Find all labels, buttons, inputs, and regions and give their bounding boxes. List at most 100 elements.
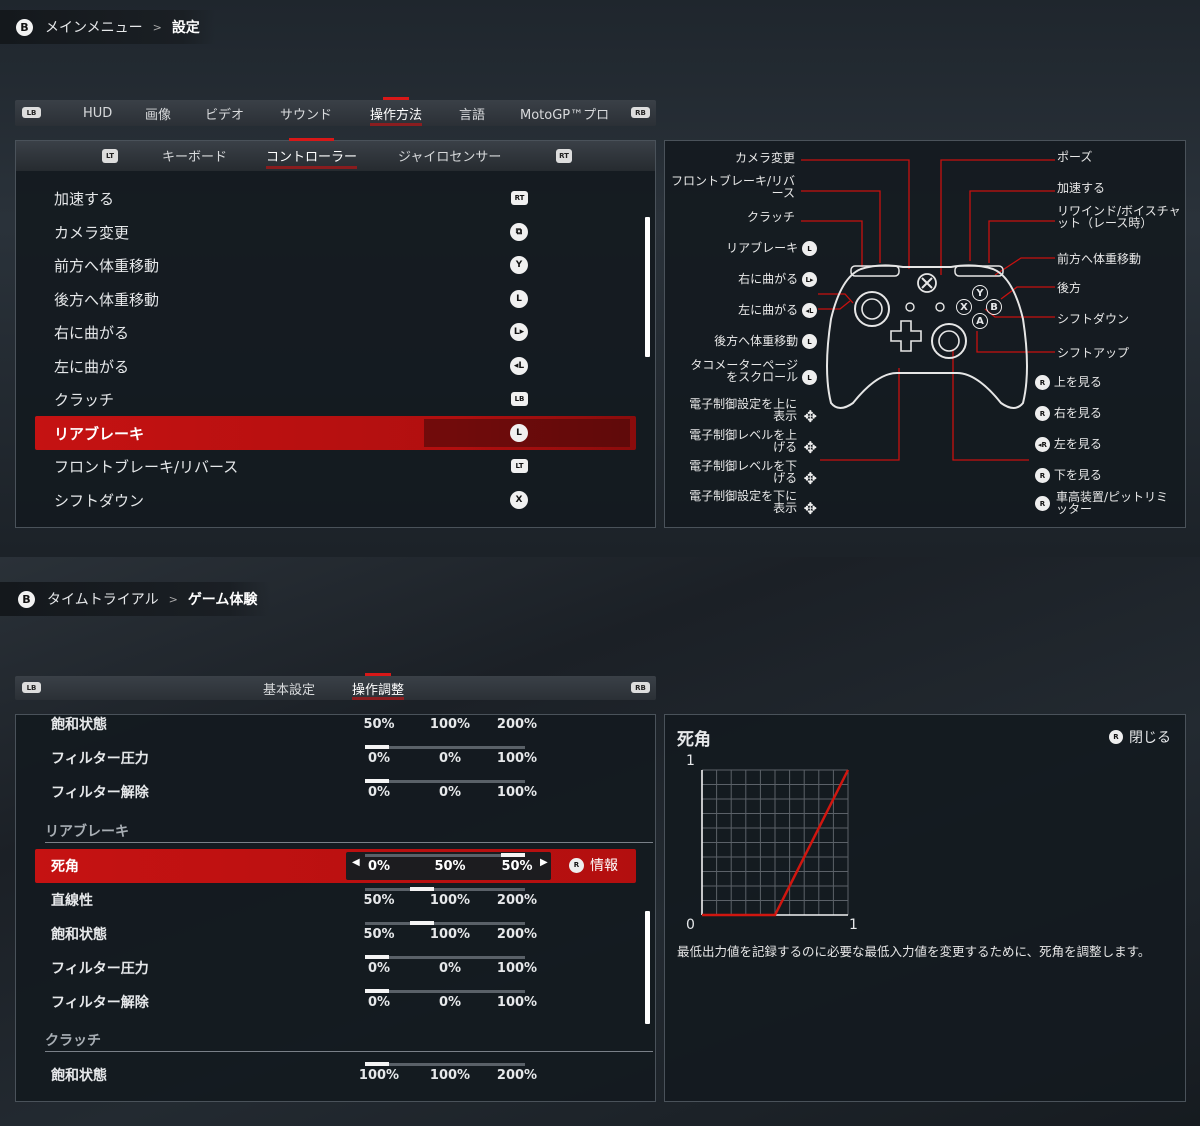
label-rear-brake: リアブレーキ L bbox=[665, 241, 817, 256]
binding-row-accelerate[interactable]: 加速する RT bbox=[35, 181, 636, 215]
tab-gyro-sensor[interactable]: ジャイロセンサー bbox=[398, 141, 501, 169]
setting-label: フィルター圧力 bbox=[51, 751, 149, 767]
slider-max-value: 200% bbox=[496, 717, 538, 732]
setting-row[interactable]: 飽和状態 50% 100% 200% bbox=[35, 714, 636, 741]
slider-knob[interactable] bbox=[365, 955, 389, 959]
back-button[interactable]: B bbox=[18, 590, 35, 608]
slider-min-value: 100% bbox=[358, 1068, 400, 1083]
slider-min-value: 50% bbox=[363, 893, 395, 908]
binding-row-front-brake[interactable]: フロントブレーキ/リバース LT bbox=[35, 449, 636, 483]
label-shift-down: シフトダウン bbox=[1057, 312, 1130, 326]
slider-knob[interactable] bbox=[409, 921, 434, 925]
tab-handling-adjust[interactable]: 操作調整 bbox=[352, 673, 405, 700]
breadcrumb-parent[interactable]: タイムトライアル bbox=[47, 589, 159, 609]
left-stick-press-icon: L bbox=[802, 370, 817, 385]
slider-knob[interactable] bbox=[365, 989, 389, 993]
info-button[interactable]: R 情報 bbox=[569, 855, 618, 875]
slider-max-value: 100% bbox=[496, 785, 538, 800]
breadcrumb-current: ゲーム体験 bbox=[187, 592, 258, 608]
slider-min-value: 0% bbox=[367, 995, 391, 1010]
tab-keyboard[interactable]: キーボード bbox=[162, 141, 227, 169]
tab-sound[interactable]: サウンド bbox=[280, 100, 332, 126]
handling-scrollbar[interactable] bbox=[645, 911, 650, 1024]
rb-bumper-icon[interactable]: RB bbox=[631, 107, 650, 118]
lb-bumper-icon[interactable]: LB bbox=[22, 107, 41, 118]
binding-row-lean-forward[interactable]: 前方へ体重移動 Y bbox=[35, 248, 636, 282]
binding-row-lean-back[interactable]: 後方へ体重移動 L bbox=[35, 282, 636, 316]
slider-current-value: 100% bbox=[429, 927, 471, 942]
slider-knob[interactable] bbox=[365, 1062, 389, 1066]
setting-label: 飽和状態 bbox=[51, 1068, 107, 1084]
tab-language[interactable]: 言語 bbox=[459, 100, 485, 126]
tab-controller[interactable]: コントローラー bbox=[266, 138, 358, 169]
slider-track[interactable] bbox=[365, 956, 525, 959]
setting-row[interactable]: フィルター圧力 0% 0% 100% bbox=[35, 741, 636, 775]
lt-trigger-icon: LT bbox=[511, 459, 528, 473]
bindings-scrollbar[interactable] bbox=[645, 217, 650, 357]
rb-bumper-icon[interactable]: RB bbox=[631, 682, 650, 693]
slider-max-value: 100% bbox=[496, 751, 538, 766]
x-button-icon: X bbox=[956, 299, 972, 315]
binding-row-clutch[interactable]: クラッチ LB bbox=[35, 382, 636, 416]
setting-row[interactable]: 飽和状態 50% 100% 200% bbox=[35, 917, 636, 951]
setting-row[interactable]: 直線性 50% 100% 200% bbox=[35, 883, 636, 917]
label-text: 左を見る bbox=[1053, 437, 1102, 451]
slider-knob[interactable] bbox=[365, 779, 389, 783]
settings-tab-bar: LB HUD 画像 ビデオ サウンド 操作方法 言語 MotoGP™プロ RB bbox=[15, 97, 656, 126]
slider-track[interactable] bbox=[365, 746, 525, 749]
tab-basic-settings[interactable]: 基本設定 bbox=[263, 676, 315, 700]
dpad-down-icon: ✥ bbox=[803, 498, 817, 518]
slider-track[interactable] bbox=[365, 714, 525, 715]
lt-trigger-icon[interactable]: LT bbox=[102, 149, 118, 163]
setting-row[interactable]: 飽和状態 100% 100% 200% bbox=[35, 1058, 636, 1092]
dpad-up-icon: ✥ bbox=[803, 406, 817, 426]
binding-row-camera[interactable]: カメラ変更 ⧉ bbox=[35, 215, 636, 249]
back-button[interactable]: B bbox=[16, 18, 33, 36]
label-camera-change: カメラ変更 bbox=[734, 151, 795, 165]
right-stick-press-icon: R bbox=[1035, 496, 1050, 511]
label-clutch: クラッチ bbox=[746, 210, 795, 224]
binding-row-rear-brake[interactable]: リアブレーキ L bbox=[35, 416, 636, 450]
section-divider bbox=[45, 842, 653, 843]
slider-min-value: 0% bbox=[367, 751, 391, 766]
tab-controls[interactable]: 操作方法 bbox=[370, 97, 423, 126]
label-front-brake: フロントブレーキ/リバース bbox=[670, 174, 795, 200]
label-turn-right: 右に曲がる L▸ bbox=[665, 272, 817, 287]
label-ride-height-pit-limiter: R 車高装置/ピットリミッター bbox=[1035, 491, 1180, 515]
left-stick-left-icon: ◂L bbox=[510, 357, 528, 375]
slider-knob[interactable] bbox=[410, 714, 434, 715]
binding-row-turn-left[interactable]: 左に曲がる ◂L bbox=[35, 349, 636, 383]
binding-label: シフトダウン bbox=[54, 491, 145, 510]
setting-row[interactable]: フィルター解除 0% 0% 100% bbox=[35, 985, 636, 1019]
tab-hud[interactable]: HUD bbox=[83, 100, 112, 126]
b-button-icon: B bbox=[986, 299, 1002, 315]
slider-max-value: 50% bbox=[501, 859, 533, 874]
lb-bumper-icon[interactable]: LB bbox=[22, 682, 41, 693]
section-clutch: クラッチ bbox=[45, 1033, 101, 1049]
slider-track[interactable] bbox=[365, 1063, 525, 1066]
setting-row[interactable]: フィルター圧力 0% 0% 100% bbox=[35, 951, 636, 985]
tab-motogp-pro[interactable]: MotoGP™プロ bbox=[520, 100, 609, 126]
tab-image[interactable]: 画像 bbox=[145, 100, 171, 126]
breadcrumb-current: 設定 bbox=[171, 20, 200, 36]
setting-row[interactable]: 死角 ◀ ▶ 0% 50% 50% R 情報 bbox=[35, 849, 636, 883]
dpad-right-icon: ✥ bbox=[803, 437, 817, 457]
binding-label: 右に曲がる bbox=[54, 323, 130, 342]
setting-row[interactable]: フィルター解除 0% 0% 100% bbox=[35, 775, 636, 809]
slider-track[interactable] bbox=[365, 888, 525, 891]
binding-label: クラッチ bbox=[54, 390, 115, 409]
slider-track[interactable] bbox=[365, 780, 525, 783]
slider-knob[interactable] bbox=[501, 853, 525, 857]
breadcrumb-parent[interactable]: メインメニュー bbox=[45, 17, 143, 37]
rt-trigger-icon[interactable]: RT bbox=[556, 149, 572, 163]
breadcrumb: B タイムトライアル > ゲーム体験 bbox=[0, 582, 270, 616]
slider-track[interactable] bbox=[365, 990, 525, 993]
slider-knob[interactable] bbox=[365, 745, 389, 749]
slider-knob[interactable] bbox=[409, 887, 434, 891]
binding-row-shift-down[interactable]: シフトダウン X bbox=[35, 483, 636, 517]
slider-track[interactable] bbox=[365, 922, 525, 925]
binding-label: 左に曲がる bbox=[54, 357, 130, 376]
binding-row-turn-right[interactable]: 右に曲がる L▸ bbox=[35, 315, 636, 349]
tab-video[interactable]: ビデオ bbox=[205, 100, 244, 126]
right-stick-down-icon: R bbox=[1035, 468, 1050, 483]
